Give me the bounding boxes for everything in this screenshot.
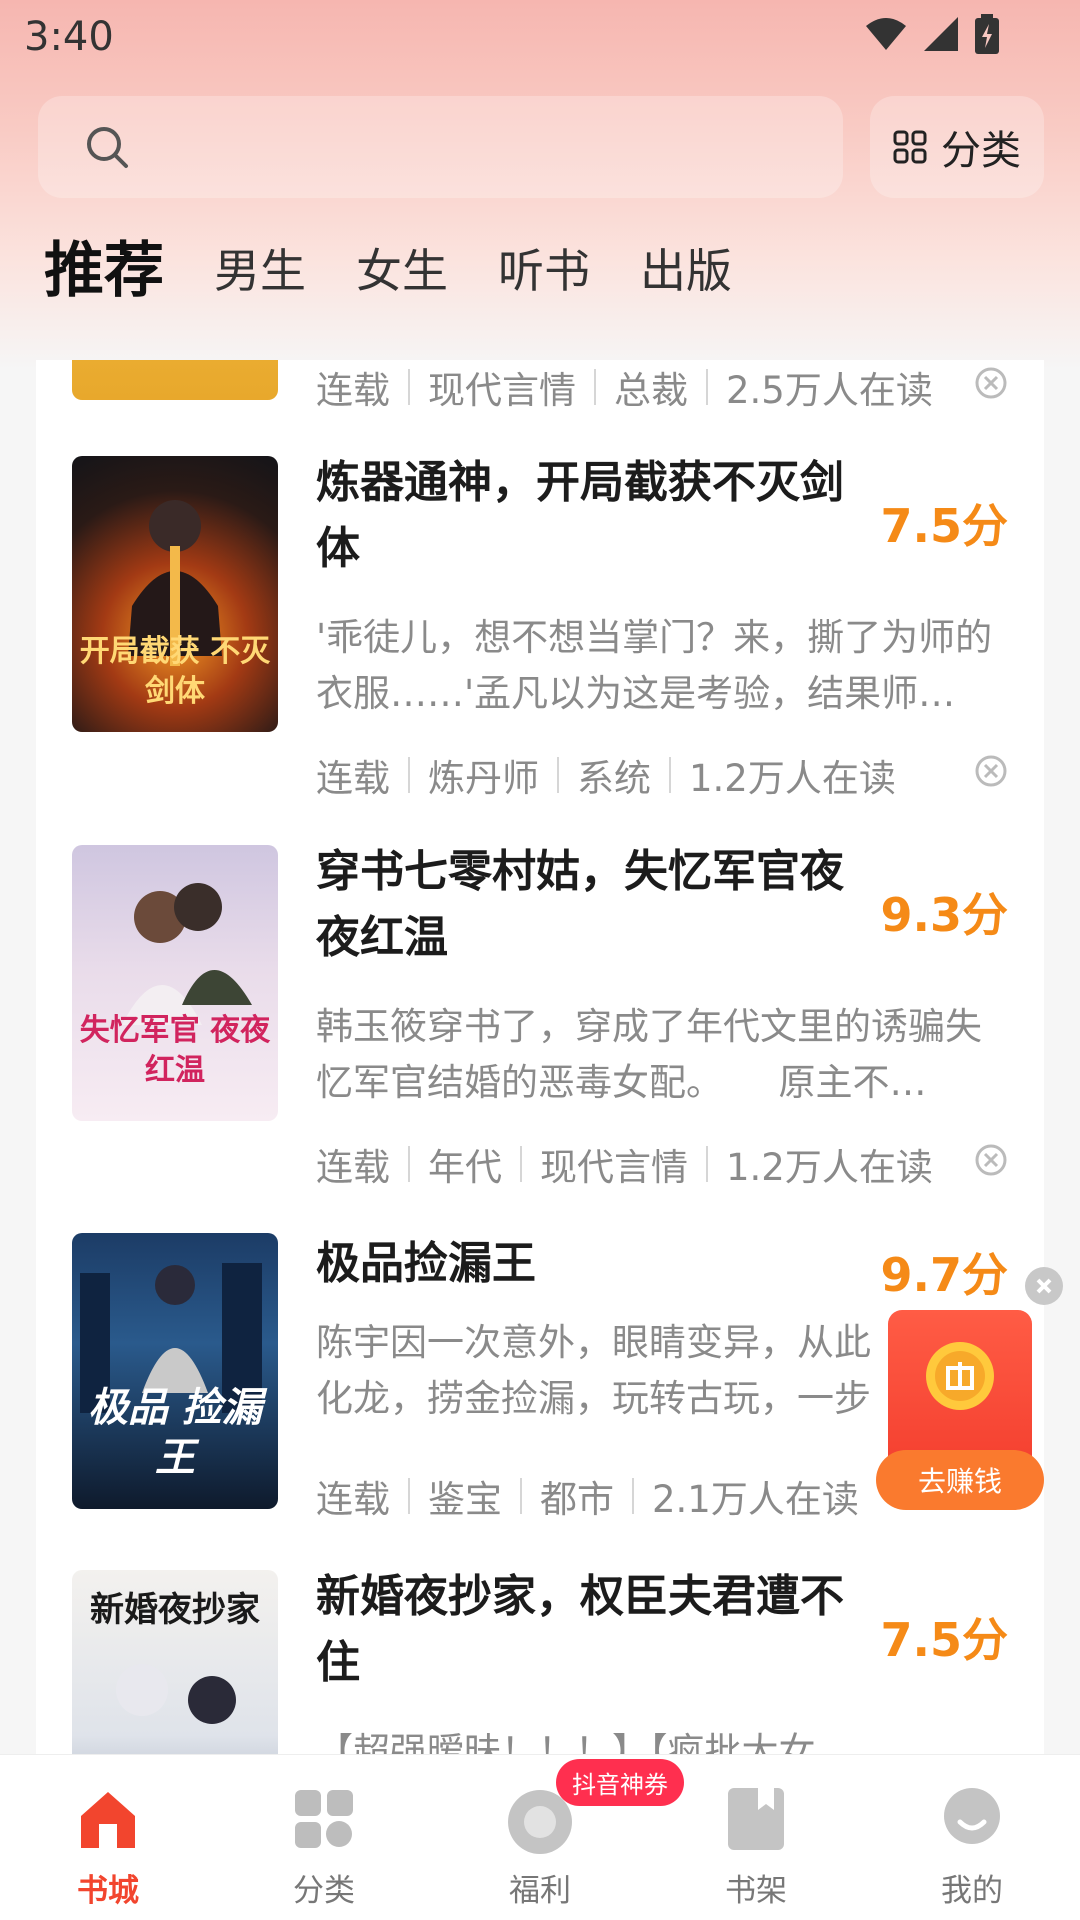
grid-icon <box>893 130 927 164</box>
book-cover: 开局截获 不灭剑体 <box>72 456 278 732</box>
meta-readers: 1.2万人在读 <box>726 1146 933 1189</box>
meta-tag: 都市 <box>540 1478 614 1521</box>
status-icons <box>864 14 1000 54</box>
cover-title-text: 极品 捡漏王 <box>88 1385 262 1481</box>
meta-readers: 2.1万人在读 <box>652 1478 859 1521</box>
book-score: 7.5分 <box>880 499 1009 553</box>
book-meta: 连载 现代言情 总裁 2.5万人在读 <box>316 360 933 414</box>
battery-icon <box>975 14 999 54</box>
book-cover: 失忆军官 夜夜红温 <box>72 845 278 1121</box>
top-tabs: 推荐 男生 女生 听书 出版 <box>44 236 782 306</box>
nav-bookstore[interactable]: 书城 <box>0 1755 216 1920</box>
book-score: 9.3分 <box>880 888 1009 942</box>
close-icon[interactable] <box>1024 1266 1064 1306</box>
nav-label: 书架 <box>725 1873 787 1909</box>
book-title: 新婚夜抄家，权臣夫君遭不住 <box>316 1571 844 1688</box>
meta-status: 连载 <box>316 757 390 800</box>
status-time: 3:40 <box>24 14 114 60</box>
close-icon[interactable] <box>974 754 1008 788</box>
cover-title-text: 新婚夜抄家 <box>90 1590 260 1630</box>
tab-publish[interactable]: 出版 <box>640 236 732 306</box>
tab-female[interactable]: 女生 <box>356 236 448 306</box>
close-icon[interactable] <box>974 1143 1008 1177</box>
coin-icon <box>926 1342 994 1410</box>
cover-title-text: 开局截获 不灭剑体 <box>79 634 271 709</box>
book-cover: 极品 捡漏王 <box>72 1233 278 1509</box>
book-meta: 连载 年代 现代言情 1.2万人在读 <box>316 1137 933 1191</box>
book-score: 9.7分 <box>880 1248 1009 1302</box>
nav-category[interactable]: 分类 <box>216 1755 432 1920</box>
book-description: 韩玉筱穿书了，穿成了年代文里的诱骗失忆军官结婚的恶毒女配。 原主不… <box>316 1005 982 1104</box>
search-input[interactable] <box>38 96 843 198</box>
tab-recommend[interactable]: 推荐 <box>44 236 164 306</box>
tab-audiobook[interactable]: 听书 <box>498 236 590 306</box>
status-bar: 3:40 <box>0 0 1080 72</box>
book-title: 极品捡漏王 <box>316 1238 536 1289</box>
book-description: '乖徒儿，想不想当掌门？来，撕了为师的衣服……'孟凡以为这是考验，结果师… <box>316 616 993 715</box>
meta-genre: 炼丹师 <box>428 757 539 800</box>
meta-status: 连载 <box>316 1478 390 1521</box>
category-button[interactable]: 分类 <box>870 96 1044 198</box>
tab-male[interactable]: 男生 <box>214 236 306 306</box>
nav-label: 分类 <box>293 1873 355 1909</box>
cover-title-text: 失忆军官 夜夜红温 <box>79 1013 271 1088</box>
book-cover: 新婚夜抄家 <box>72 1570 278 1755</box>
signal-icon <box>924 17 958 51</box>
profile-icon <box>944 1788 1000 1844</box>
book-cover <box>72 360 278 400</box>
meta-tag: 系统 <box>577 757 651 800</box>
meta-readers: 1.2万人在读 <box>689 757 896 800</box>
bottom-navigation: 书城 分类 抖音神券 福利 书架 我的 <box>0 1754 1080 1920</box>
book-meta: 连载 鉴宝 都市 2.1万人在读 <box>316 1469 859 1523</box>
nav-bookshelf[interactable]: 书架 <box>648 1755 864 1920</box>
wifi-icon <box>866 18 906 50</box>
nav-welfare[interactable]: 抖音神券 福利 <box>432 1755 684 1920</box>
earn-money-button[interactable]: 去赚钱 <box>876 1450 1044 1510</box>
meta-readers: 2.5万人在读 <box>726 369 933 412</box>
category-icon <box>295 1790 353 1848</box>
meta-genre: 现代言情 <box>428 369 576 412</box>
close-icon[interactable] <box>974 366 1008 400</box>
nav-label: 福利 <box>509 1873 571 1909</box>
meta-genre: 年代 <box>428 1146 502 1189</box>
meta-tag: 总裁 <box>614 369 688 412</box>
meta-status: 连载 <box>316 1146 390 1189</box>
meta-tag: 现代言情 <box>540 1146 688 1189</box>
book-description: 【超强暧昧！！！】【疯批大女 <box>316 1730 816 1755</box>
nav-label: 我的 <box>941 1873 1003 1909</box>
meta-status: 连载 <box>316 369 390 412</box>
book-score: 7.5分 <box>880 1613 1009 1667</box>
meta-genre: 鉴宝 <box>428 1478 502 1521</box>
category-button-label: 分类 <box>941 128 1021 174</box>
book-list: 连载 现代言情 总裁 2.5万人在读 开局截获 不灭剑体 炼器通神，开局截获不灭… <box>36 360 1044 1755</box>
book-meta: 连载 炼丹师 系统 1.2万人在读 <box>316 748 896 802</box>
book-description: 陈宇因一次意外，眼睛变异，从此化龙，捞金捡漏，玩转古玩，一步 <box>316 1321 871 1420</box>
nav-mine[interactable]: 我的 <box>864 1755 1080 1920</box>
search-icon <box>87 127 128 168</box>
book-icon <box>728 1788 784 1850</box>
book-title: 炼器通神，开局截获不灭剑体 <box>316 457 844 574</box>
home-icon <box>81 1792 135 1848</box>
book-title: 穿书七零村姑，失忆军官夜夜红温 <box>316 846 844 963</box>
nav-label: 书城 <box>77 1873 139 1909</box>
